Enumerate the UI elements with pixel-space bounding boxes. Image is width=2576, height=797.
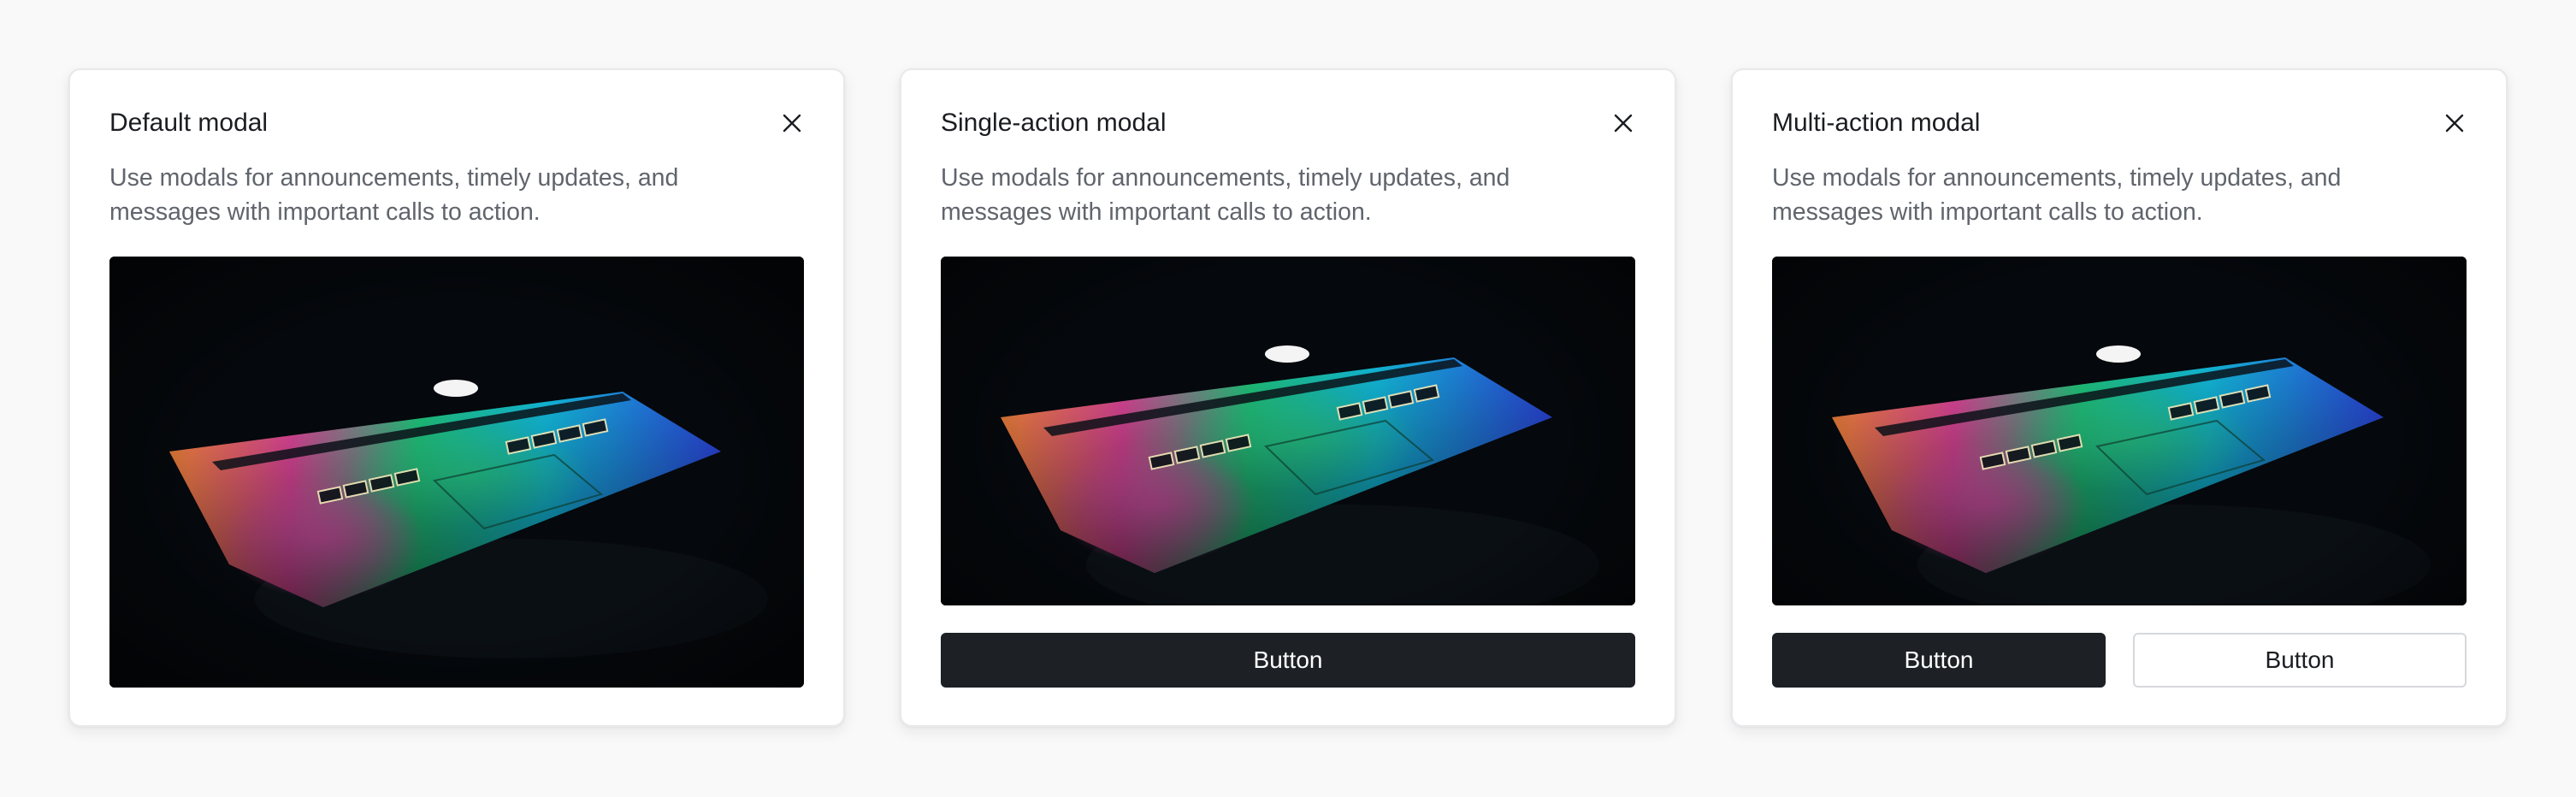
laptop-rainbow-keyboard-photo xyxy=(109,257,804,688)
close-button[interactable] xyxy=(778,109,806,137)
close-button[interactable] xyxy=(2441,109,2468,137)
single-action-modal: Single-action modal Use modals for annou… xyxy=(900,68,1676,727)
modal-title: Multi-action modal xyxy=(1772,109,1981,137)
default-modal: Default modal Use modals for announcemen… xyxy=(68,68,845,727)
modal-gallery: Default modal Use modals for announcemen… xyxy=(0,0,2576,797)
close-icon xyxy=(2445,114,2464,133)
modal-description: Use modals for announcements, timely upd… xyxy=(109,164,679,226)
close-icon xyxy=(1614,114,1633,133)
close-button[interactable] xyxy=(1610,109,1637,137)
modal-description: Use modals for announcements, timely upd… xyxy=(1772,164,2342,226)
multi-action-modal: Multi-action modal Use modals for announ… xyxy=(1731,68,2508,727)
close-icon xyxy=(783,114,801,133)
modal-title: Single-action modal xyxy=(941,109,1167,137)
modal-title: Default modal xyxy=(109,109,269,137)
modal-description: Use modals for announcements, timely upd… xyxy=(941,164,1510,226)
laptop-rainbow-keyboard-photo xyxy=(941,257,1635,605)
primary-action-button[interactable]: Button xyxy=(941,633,1635,688)
primary-action-button[interactable]: Button xyxy=(1772,633,2106,688)
laptop-rainbow-keyboard-photo xyxy=(1772,257,2467,605)
secondary-action-button[interactable]: Button xyxy=(2133,633,2467,688)
